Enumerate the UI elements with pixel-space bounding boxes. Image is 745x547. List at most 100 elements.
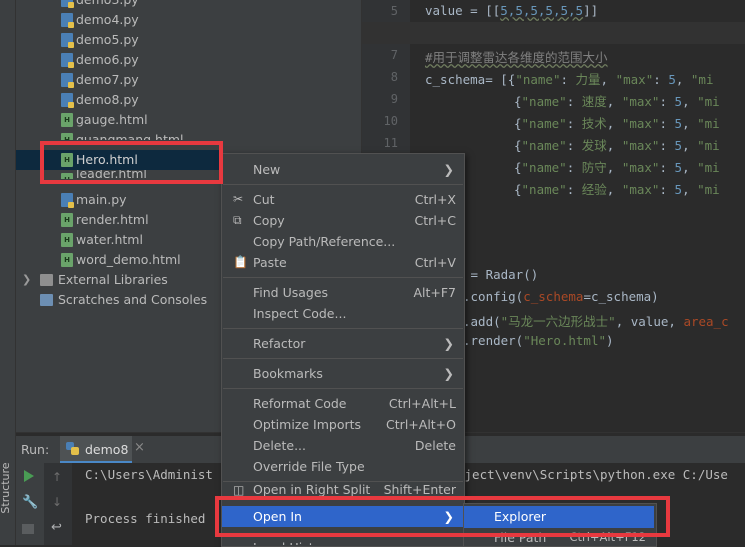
code-string: 速度: [581, 94, 607, 109]
code-param: c_schema: [523, 289, 584, 304]
code-string: "Hero.html": [523, 333, 607, 348]
tree-item-label: gauge.html: [76, 112, 148, 127]
tree-item-demo8[interactable]: demo8.py: [16, 90, 361, 110]
chevron-right-icon: ❯: [443, 336, 454, 351]
menu-separator: [223, 358, 463, 359]
menu-item-open-right-split[interactable]: ◫ Open in Right Split Shift+Enter: [222, 484, 464, 496]
tree-item-demo6[interactable]: demo6.py: [16, 50, 361, 70]
close-icon[interactable]: ×: [134, 440, 145, 455]
tree-item-demo4[interactable]: demo4.py: [16, 10, 361, 30]
code-number: 5: [674, 94, 683, 109]
menu-item-paste[interactable]: 📋 Paste Ctrl+V: [222, 252, 464, 273]
copy-icon: ⧉: [233, 213, 242, 227]
run-label: Run:: [21, 442, 50, 457]
code-key: "name": [515, 72, 561, 87]
html-file-icon: H: [61, 133, 73, 140]
python-file-icon: [61, 73, 74, 88]
code-number: 5: [674, 138, 683, 153]
code-line-add: .add("马龙一六边形战士", value, area_c: [463, 311, 729, 330]
menu-separator: [223, 277, 463, 278]
menu-separator: [223, 184, 463, 185]
tree-item-label: External Libraries: [58, 272, 168, 287]
menu-item-inspect-code[interactable]: Inspect Code...: [222, 303, 464, 324]
annotation-highlight-box: [215, 496, 670, 537]
code-key: "max": [621, 116, 660, 131]
tree-item-demo7[interactable]: demo7.py: [16, 70, 361, 90]
menu-item-find-usages[interactable]: Find Usages Alt+F7: [222, 282, 464, 303]
code-string: 技术: [581, 116, 607, 131]
menu-item-label: Copy Path/Reference...: [253, 234, 396, 249]
tree-item-label: word_demo.html: [76, 252, 181, 267]
cut-icon: ✂: [233, 192, 244, 206]
code-line-config: .config(c_schema=c_schema): [463, 289, 659, 304]
code-key: "name": [521, 182, 567, 197]
menu-item-refactor[interactable]: Refactor ❯: [222, 333, 464, 354]
menu-item-shortcut: Alt+F7: [413, 285, 456, 300]
python-file-icon: [61, 53, 74, 68]
html-file-icon: H: [61, 213, 73, 227]
menu-item-cut[interactable]: ✂ Cut Ctrl+X: [222, 189, 464, 210]
code-token: , value,: [615, 314, 684, 329]
menu-item-label: Paste: [253, 255, 287, 270]
code-comment: #用于调整雷达各维度的范围大小: [425, 50, 608, 65]
menu-item-copy[interactable]: ⧉ Copy Ctrl+C: [222, 210, 464, 231]
code-string: 力量: [575, 72, 601, 87]
code-line-radar: = Radar(): [463, 267, 539, 282]
chevron-right-icon: ❯: [443, 162, 454, 177]
menu-item-shortcut: Delete: [414, 438, 456, 453]
tree-item-label: demo6.py: [76, 52, 139, 67]
menu-item-optimize-imports[interactable]: Optimize Imports Ctrl+Alt+O: [222, 414, 464, 435]
menu-item-label: Open in Right Split: [253, 484, 371, 496]
menu-item-label: Reformat Code: [253, 396, 347, 411]
menu-item-label: Override File Type: [253, 459, 365, 474]
arrow-up-icon[interactable]: ↑: [52, 470, 62, 484]
line-number: 10: [383, 114, 398, 128]
code-key: "max": [621, 138, 660, 153]
tree-item-demo3[interactable]: demo3.py: [16, 0, 361, 10]
wrench-icon[interactable]: 🔧: [22, 495, 38, 510]
code-line-schema-row: {"name": 速度, "max": 5, "mi: [514, 94, 720, 109]
tree-item-gauge[interactable]: H gauge.html: [16, 110, 361, 130]
menu-item-new[interactable]: New ❯: [222, 159, 464, 180]
code-token: ]]: [583, 3, 599, 18]
menu-item-label: Bookmarks: [253, 366, 323, 381]
tree-item-label: render.html: [76, 212, 149, 227]
tree-item-demo5[interactable]: demo5.py: [16, 30, 361, 50]
code-token: c_schema= [{: [425, 72, 516, 87]
menu-item-label: New: [253, 162, 281, 177]
menu-item-delete[interactable]: Delete... Delete: [222, 435, 464, 456]
code-line-schema: c_schema= [{"name": 力量, "max": 5, "mi: [425, 72, 714, 87]
stop-icon[interactable]: [22, 524, 34, 534]
line-number: 8: [390, 70, 398, 84]
code-param: area_c: [683, 314, 729, 329]
menu-item-shortcut: Ctrl+Alt+L: [388, 396, 456, 411]
code-key: "name": [521, 160, 567, 175]
soft-wrap-icon[interactable]: ↩: [51, 520, 62, 535]
menu-item-copy-path[interactable]: Copy Path/Reference...: [222, 231, 464, 252]
menu-item-override-file-type[interactable]: Override File Type: [222, 456, 464, 477]
code-string: 防守: [581, 160, 607, 175]
code-key: "max": [621, 182, 660, 197]
menu-item-reformat-code[interactable]: Reformat Code Ctrl+Alt+L: [222, 393, 464, 414]
menu-item-shortcut: Ctrl+Alt+O: [386, 417, 456, 432]
menu-item-shortcut: Ctrl+V: [414, 255, 456, 270]
menu-item-shortcut: Ctrl+C: [414, 213, 456, 228]
arrow-down-icon[interactable]: ↓: [52, 495, 62, 509]
tree-item-guangmang[interactable]: H guangmang.html: [16, 130, 361, 140]
python-file-icon: [61, 33, 74, 48]
line-number: 5: [390, 4, 398, 18]
library-icon: [40, 274, 53, 286]
line-number: 9: [390, 92, 398, 106]
code-string: 发球: [581, 138, 607, 153]
html-file-icon: H: [61, 113, 73, 127]
code-number: 5: [674, 182, 683, 197]
chevron-right-icon[interactable]: ❯: [22, 270, 31, 290]
menu-item-bookmarks[interactable]: Bookmarks ❯: [222, 363, 464, 384]
structure-tool-tab[interactable]: Structure: [0, 459, 15, 517]
code-line-render: .render("Hero.html"): [463, 333, 614, 348]
menu-item-label: Optimize Imports: [253, 417, 362, 432]
menu-item-shortcut: Shift+Enter: [383, 484, 456, 496]
code-key: "max": [615, 72, 654, 87]
rerun-icon[interactable]: [23, 469, 35, 486]
code-key: "name": [521, 138, 567, 153]
